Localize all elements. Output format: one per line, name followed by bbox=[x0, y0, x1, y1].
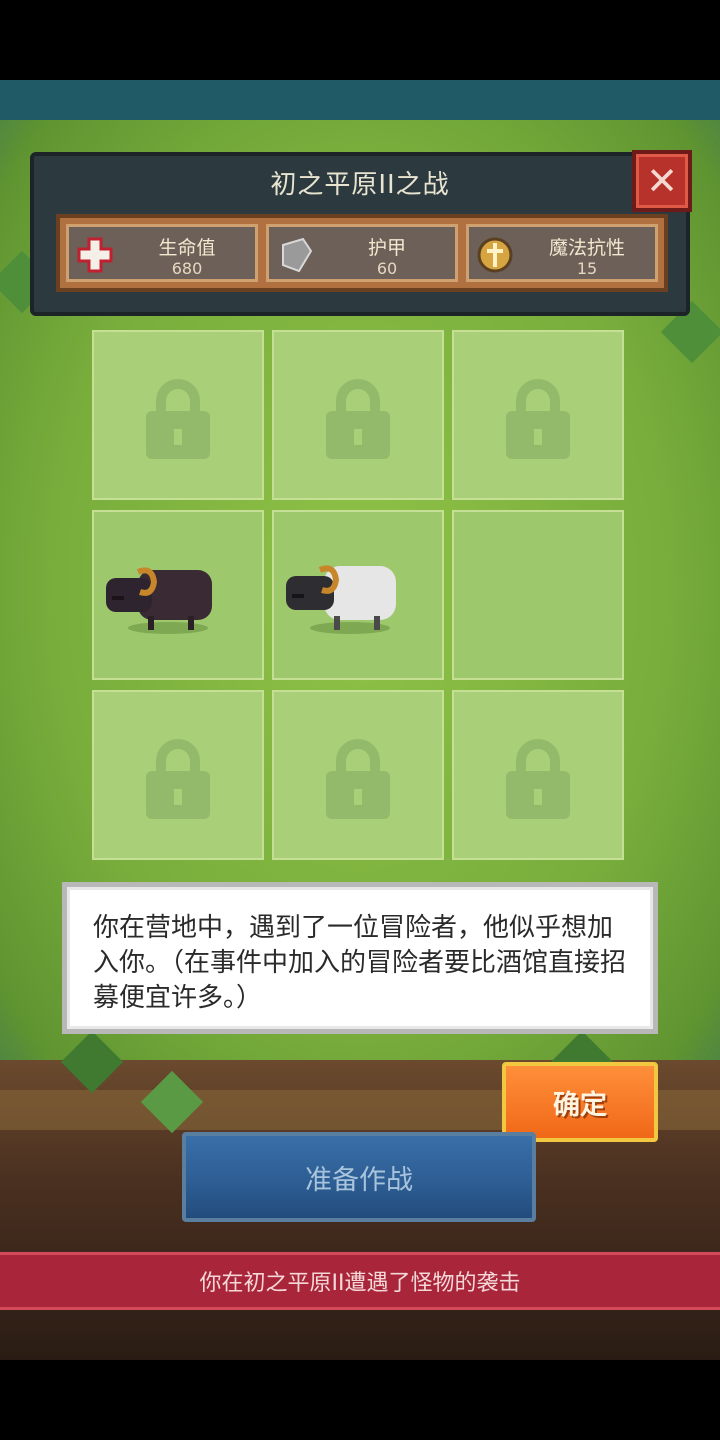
stat-label: 生命值 bbox=[158, 237, 216, 259]
grid-cell-locked[interactable] bbox=[92, 690, 264, 860]
grid-cell-empty[interactable] bbox=[452, 510, 624, 680]
stat-health: 生命值 680 bbox=[66, 224, 258, 282]
stat-label: 护甲 bbox=[367, 237, 406, 259]
enemy-stats-bar: 生命值 680 护甲 60 魔法抗性 15 bbox=[56, 214, 668, 292]
close-button[interactable]: ✕ bbox=[632, 150, 692, 212]
stat-magic-resist: 魔法抗性 15 bbox=[466, 224, 658, 282]
event-message-text: 你在营地中，遇到了一位冒险者，他似乎想加入你。（在事件中加入的冒险者要比酒馆直接… bbox=[93, 913, 627, 1013]
prepare-battle-label: 准备作战 bbox=[305, 1164, 413, 1196]
grid-cell-locked[interactable] bbox=[452, 690, 624, 860]
grid-cell-unit[interactable] bbox=[272, 510, 444, 680]
grid-cell-locked[interactable] bbox=[452, 330, 624, 500]
armor-shield-icon bbox=[277, 237, 313, 273]
lock-icon bbox=[146, 739, 210, 819]
lock-icon bbox=[146, 379, 210, 459]
stat-value: 15 bbox=[576, 259, 598, 278]
stat-armor: 护甲 60 bbox=[266, 224, 458, 282]
event-banner: 你在初之平原II遭遇了怪物的袭击 bbox=[0, 1252, 720, 1310]
confirm-button[interactable]: 确定 bbox=[502, 1062, 658, 1142]
grid-cell-locked[interactable] bbox=[272, 690, 444, 860]
lock-icon bbox=[326, 379, 390, 459]
event-message-box: 你在营地中，遇到了一位冒险者，他似乎想加入你。（在事件中加入的冒险者要比酒馆直接… bbox=[62, 882, 658, 1034]
lock-icon bbox=[506, 379, 570, 459]
prepare-battle-button[interactable]: 准备作战 bbox=[182, 1132, 536, 1222]
lock-icon bbox=[326, 739, 390, 819]
stat-value: 680 bbox=[171, 259, 203, 278]
formation-grid bbox=[92, 330, 632, 870]
stat-label: 魔法抗性 bbox=[548, 237, 625, 259]
grid-cell-locked[interactable] bbox=[92, 330, 264, 500]
battle-title: 初之平原II之战 bbox=[270, 170, 450, 200]
close-icon: ✕ bbox=[646, 159, 678, 203]
battle-info-panel: 初之平原II之战 生命值 680 护甲 60 魔法抗性 15 bbox=[30, 152, 690, 316]
health-cross-icon bbox=[77, 237, 113, 273]
white-ram-icon bbox=[286, 565, 396, 634]
lock-icon bbox=[506, 739, 570, 819]
grid-cell-unit[interactable] bbox=[92, 510, 264, 680]
confirm-label: 确定 bbox=[553, 1089, 607, 1121]
stat-value: 60 bbox=[376, 259, 398, 278]
magic-resist-icon bbox=[477, 237, 513, 273]
event-banner-text: 你在初之平原II遭遇了怪物的袭击 bbox=[199, 1271, 521, 1296]
grid-cell-locked[interactable] bbox=[272, 330, 444, 500]
dark-ram-icon bbox=[106, 567, 212, 634]
